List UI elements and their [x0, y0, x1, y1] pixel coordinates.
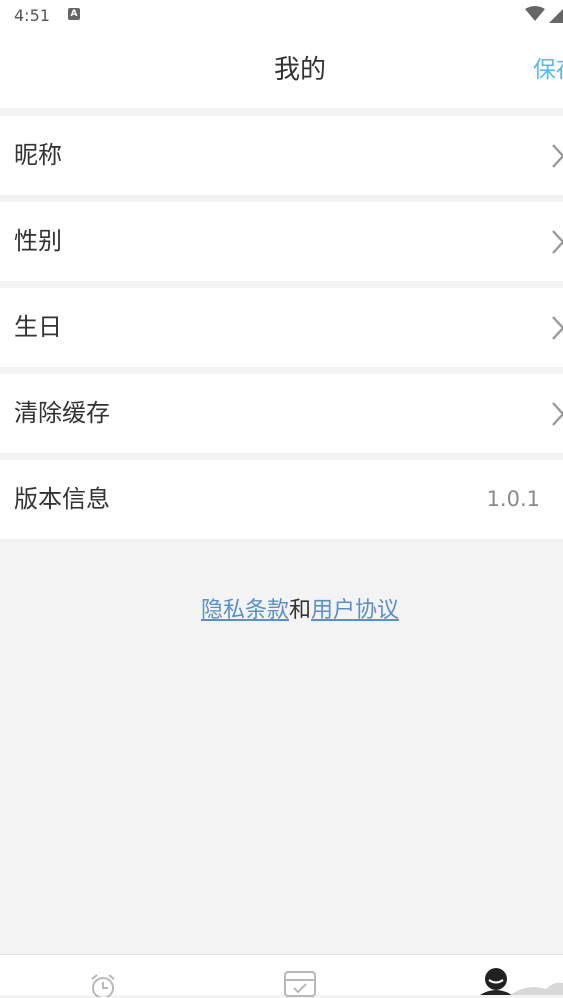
row-label: 版本信息 — [14, 485, 110, 513]
notification-badge: A — [68, 8, 80, 20]
chevron-right-icon — [552, 230, 563, 254]
chevron-right-icon — [552, 144, 563, 168]
wifi-signal-icons — [525, 6, 563, 23]
settings-row-nickname[interactable]: 昵称 — [0, 116, 563, 195]
row-label: 昵称 — [14, 141, 62, 169]
chevron-right-icon — [552, 402, 563, 426]
settings-list: 昵称 性别 生日 清除缓存 版本信息 1.0.1 — [0, 116, 563, 539]
settings-row-birthday[interactable]: 生日 — [0, 288, 563, 367]
version-value: 1.0.1 — [486, 487, 540, 511]
agreement-link[interactable]: 用户协议 — [311, 598, 399, 623]
header: 我的 保存 — [0, 32, 563, 108]
status-time: 4:51 — [14, 6, 50, 25]
page-title: 我的 — [273, 55, 326, 85]
row-label: 生日 — [14, 313, 62, 341]
links-connector: 和 — [288, 598, 311, 623]
settings-row-gender[interactable]: 性别 — [0, 202, 563, 281]
privacy-link[interactable]: 隐私条款 — [201, 598, 289, 623]
settings-row-version: 版本信息 1.0.1 — [0, 460, 563, 539]
save-button[interactable]: 保存 — [533, 32, 563, 108]
wifi-icon — [525, 6, 545, 21]
tab-bar — [0, 954, 563, 997]
chevron-right-icon — [552, 316, 563, 340]
row-label: 清除缓存 — [14, 399, 110, 427]
user-profile-icon[interactable] — [476, 967, 563, 995]
alarm-clock-icon[interactable] — [88, 973, 118, 997]
footer-links: 隐私条款和用户协议 — [0, 592, 563, 624]
row-label: 性别 — [14, 227, 62, 255]
settings-row-clear-cache[interactable]: 清除缓存 — [0, 374, 563, 453]
signal-icon — [549, 9, 563, 23]
status-bar: 4:51 A — [0, 0, 563, 32]
